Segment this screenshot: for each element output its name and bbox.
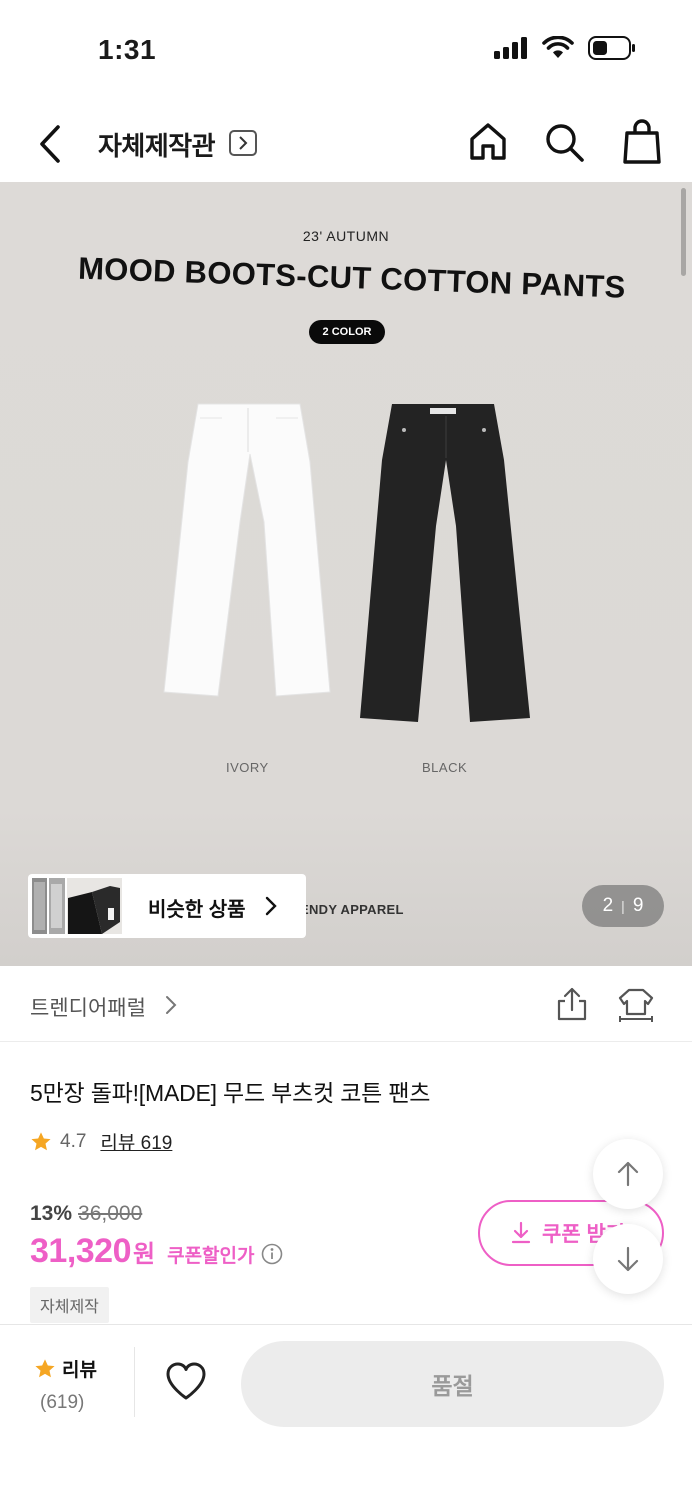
back-icon [40, 125, 60, 163]
review-summary-top: 리뷰 [34, 1355, 104, 1382]
sale-price: 31,320 [30, 1232, 132, 1270]
chevron-right-icon [265, 896, 277, 916]
share-icon [557, 987, 587, 1021]
chevron-right-icon[interactable] [164, 994, 178, 1016]
like-button[interactable] [164, 1361, 212, 1405]
rating-row: 4.7 리뷰 619 [30, 1128, 172, 1155]
scroll-bottom-button[interactable] [593, 1224, 663, 1294]
nav-bar: 자체제작관 [0, 104, 692, 182]
nav-title-chevron[interactable] [229, 130, 257, 156]
ivory-pants-image [163, 403, 331, 697]
page-total: 9 [632, 895, 644, 916]
color-count-badge: 2 COLOR [309, 320, 385, 344]
download-icon [511, 1221, 531, 1244]
product-image-carousel[interactable]: 23' AUTUMN MOOD BOOTS-CUT COTTON PANTS 2… [0, 182, 692, 966]
status-bar: 1:31 [0, 0, 692, 100]
size-fit-icon [618, 988, 654, 1022]
divider [134, 1347, 135, 1417]
review-summary-label: 리뷰 [62, 1360, 97, 1381]
color-label-black: BLACK [422, 760, 468, 775]
hero-brand-text: ENDY APPAREL [300, 902, 404, 917]
signal-icon [494, 37, 527, 59]
star-icon [31, 1131, 51, 1150]
bottom-action-bar: 리뷰 (619) 품절 [0, 1324, 692, 1500]
wifi-icon [542, 36, 574, 58]
image-page-counter: 2 | 9 [582, 885, 664, 927]
scroll-top-button[interactable] [593, 1139, 663, 1209]
page-current: 2 [602, 895, 614, 916]
battery-icon [588, 36, 635, 60]
chevron-right-icon [239, 136, 248, 150]
similar-product-thumbnails [32, 878, 122, 934]
page-separator: | [621, 898, 625, 914]
shopping-bag-icon [623, 119, 661, 164]
color-label-ivory: IVORY [226, 760, 269, 775]
arrow-up-icon [617, 1161, 639, 1187]
page-title[interactable]: 자체제작관 [98, 126, 216, 163]
hero-season-text: 23' AUTUMN [302, 228, 390, 244]
coupon-price-label: 쿠폰할인가 [167, 1246, 255, 1267]
similar-products-label: 비슷한 상품 [148, 899, 246, 921]
price-row: 31,320 원 쿠폰할인가 [30, 1232, 283, 1271]
star-icon [35, 1358, 55, 1377]
home-button[interactable] [466, 120, 510, 164]
arrow-down-icon [617, 1246, 639, 1272]
home-icon [470, 123, 506, 160]
hero-title-text: MOOD BOOTS-CUT COTTON PANTS [77, 250, 627, 305]
search-button[interactable] [542, 120, 586, 164]
back-button[interactable] [30, 122, 70, 166]
status-icons [494, 36, 636, 60]
discount-row: 13% 36,000 [30, 1202, 142, 1226]
rating-value: 4.7 [60, 1130, 87, 1152]
brand-row: 트렌디어패럴 [0, 966, 692, 1042]
status-time: 1:31 [98, 34, 157, 65]
original-price: 36,000 [78, 1202, 143, 1225]
review-summary-button[interactable]: 리뷰 (619) [34, 1355, 104, 1414]
tag-chip: 자체제작 [30, 1287, 109, 1323]
share-button[interactable] [554, 986, 590, 1022]
brand-link[interactable]: 트렌디어패럴 [30, 992, 146, 1022]
price-unit: 원 [133, 1241, 156, 1268]
black-pants-image [360, 404, 530, 722]
discount-rate: 13% [30, 1202, 73, 1225]
search-icon [546, 124, 584, 162]
cart-button[interactable] [620, 118, 664, 166]
soldout-button[interactable]: 품절 [241, 1341, 664, 1427]
review-link[interactable]: 리뷰 619 [100, 1128, 172, 1155]
heart-icon [166, 1362, 206, 1400]
size-fit-button[interactable] [616, 986, 656, 1022]
review-summary-count: (619) [40, 1392, 85, 1413]
similar-products-button[interactable]: 비슷한 상품 [28, 874, 306, 938]
info-icon[interactable] [261, 1243, 283, 1265]
product-name: 5만장 돌파![MADE] 무드 부츠컷 코튼 팬츠 [30, 1080, 431, 1106]
